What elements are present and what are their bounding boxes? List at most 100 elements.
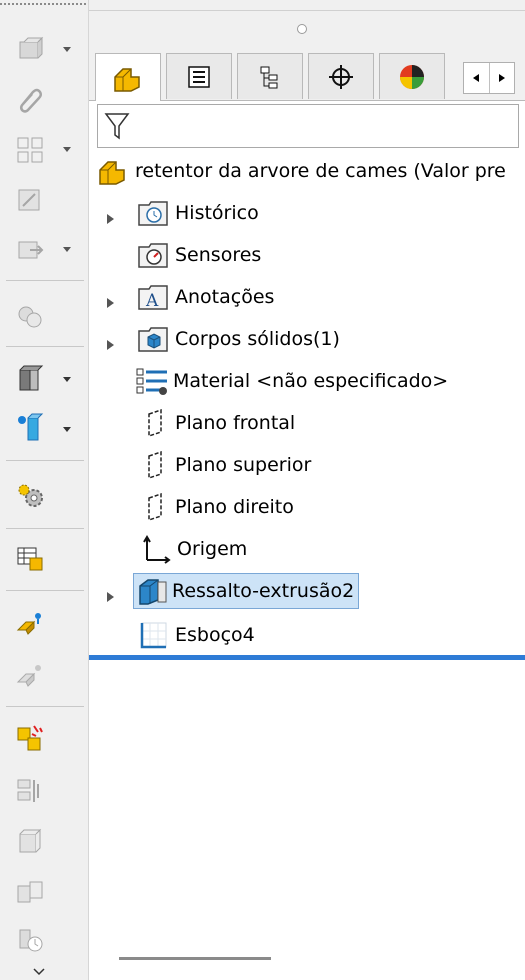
reference-geometry-icon	[18, 413, 44, 441]
reference-geometry-dropdown[interactable]	[62, 425, 72, 435]
rollback-bar[interactable]	[89, 655, 525, 660]
panel-divider	[89, 0, 525, 11]
motion-study-icon	[19, 929, 43, 952]
exploded-line-sketch-button[interactable]	[6, 872, 54, 912]
tree-item-solid-bodies[interactable]: Corpos sólidos(1)	[137, 320, 340, 358]
tree-item-right-plane[interactable]: Plano direito	[143, 488, 294, 526]
toolbar-separator	[6, 280, 84, 281]
reference-geometry-button[interactable]	[6, 408, 54, 448]
pattern-dropdown[interactable]	[62, 145, 72, 155]
expand-arrow-icon	[107, 340, 114, 350]
tree-item-label: Origem	[177, 538, 248, 560]
move-component-dropdown[interactable]	[62, 245, 72, 255]
expand-arrow-icon	[107, 592, 114, 602]
part-icon	[99, 161, 125, 185]
tree-item-label: Material <não especificado>	[173, 370, 449, 392]
expand-arrow[interactable]	[107, 335, 117, 350]
sensors-folder-icon	[138, 243, 168, 268]
mirror-icon	[18, 189, 40, 211]
plane-icon	[148, 450, 162, 480]
arrow-left-icon	[473, 74, 480, 82]
tree-item-sketch[interactable]: Esboço4	[139, 616, 255, 654]
tree-item-front-plane[interactable]: Plano frontal	[143, 404, 295, 442]
tree-item-label: Corpos sólidos(1)	[175, 328, 340, 350]
solidworks-window: retentor da arvore de cames (Valor pre H…	[0, 0, 525, 980]
tree-root-label: retentor da arvore de cames (Valor pre	[135, 160, 506, 182]
expand-arrow-icon	[107, 298, 114, 308]
insert-part-icon	[19, 36, 44, 59]
tree-root-item[interactable]: retentor da arvore de cames (Valor pre	[97, 152, 506, 190]
assembly-features-button[interactable]	[6, 296, 54, 336]
tab-featuremanager[interactable]	[95, 53, 161, 101]
manager-tabs	[89, 46, 525, 101]
solid-bodies-folder-icon	[138, 327, 168, 352]
tree-item-label: Anotações	[175, 286, 275, 308]
panel-collapse-handle[interactable]	[297, 24, 307, 34]
mirror-button[interactable]	[6, 180, 54, 220]
tab-propertymanager[interactable]	[166, 53, 232, 99]
gears-icon	[18, 484, 43, 507]
material-icon	[136, 368, 167, 395]
toolbar-grip[interactable]	[0, 0, 88, 8]
assembly-features-icon	[18, 306, 42, 328]
selection-highlight: Ressalto-extrusão2	[133, 573, 360, 609]
bill-of-materials-icon	[17, 547, 43, 571]
expand-arrow[interactable]	[107, 209, 117, 224]
tree-item-origin[interactable]: Origem	[141, 530, 247, 568]
motion-study-button[interactable]	[6, 920, 54, 960]
chevron-down-icon	[63, 147, 71, 152]
assembly-visualization-button[interactable]	[6, 822, 54, 862]
command-toolbar	[0, 0, 89, 980]
tree-filter-input[interactable]	[97, 104, 519, 148]
expand-arrow[interactable]	[107, 293, 117, 308]
tree-item-label: Histórico	[175, 202, 259, 224]
smart-mates-button[interactable]	[6, 656, 54, 696]
tab-dimxpert[interactable]	[308, 53, 374, 99]
insert-part-dropdown[interactable]	[62, 45, 72, 55]
insert-part-button[interactable]	[6, 30, 54, 70]
tree-item-history[interactable]: Histórico	[137, 194, 259, 232]
tab-configurationmanager[interactable]	[237, 53, 303, 99]
tree-item-sensors[interactable]: Sensores	[137, 236, 261, 274]
assembly-visualization-icon	[19, 828, 42, 853]
tree-item-boss-extrude[interactable]: Ressalto-extrusão2	[133, 572, 360, 610]
tree-item-label: Ressalto-extrusão2	[172, 580, 355, 602]
tree-item-top-plane[interactable]: Plano superior	[143, 446, 311, 484]
move-component-button[interactable]	[6, 230, 54, 270]
bill-of-materials-button[interactable]	[6, 538, 54, 578]
mate-button[interactable]	[6, 604, 54, 644]
tree-item-annotations[interactable]: A Anotações	[137, 278, 274, 316]
toolbar-separator	[6, 528, 84, 529]
gears-button[interactable]	[6, 476, 54, 516]
paperclip-icon	[19, 88, 43, 113]
tab-displaymanager[interactable]	[379, 53, 445, 99]
tab-scroll-right-button[interactable]	[488, 63, 515, 93]
toolbar-separator	[6, 346, 84, 347]
plane-icon	[148, 408, 162, 438]
tree-item-label: Sensores	[175, 244, 262, 266]
paperclip-button[interactable]	[6, 80, 54, 120]
expand-arrow[interactable]	[107, 587, 117, 602]
configuration-icon	[260, 66, 278, 88]
exploded-view-dropdown[interactable]	[62, 375, 72, 385]
toolbar-more-button[interactable]	[32, 962, 46, 980]
tab-scroll-left-button[interactable]	[464, 63, 489, 93]
tree-item-material[interactable]: Material <não especificado>	[135, 362, 448, 400]
horizontal-scrollbar[interactable]	[119, 957, 271, 960]
mate-icon	[16, 613, 41, 635]
pattern-button[interactable]	[6, 130, 54, 170]
origin-icon	[143, 535, 171, 564]
chevron-down-icon	[63, 427, 71, 432]
toolbar-separator	[6, 460, 84, 461]
tree-item-label: Plano frontal	[175, 412, 296, 434]
exploded-view-icon	[19, 365, 44, 391]
plane-icon	[148, 492, 162, 522]
arrow-right-icon	[498, 74, 505, 82]
hole-alignment-button[interactable]	[6, 770, 54, 810]
tab-scroll-buttons	[463, 62, 515, 94]
interference-detection-button[interactable]	[6, 718, 54, 758]
crosshair-icon	[329, 64, 353, 89]
pattern-icon	[17, 137, 43, 163]
exploded-view-button[interactable]	[6, 360, 54, 400]
feature-manager-panel: retentor da arvore de cames (Valor pre H…	[89, 0, 525, 980]
